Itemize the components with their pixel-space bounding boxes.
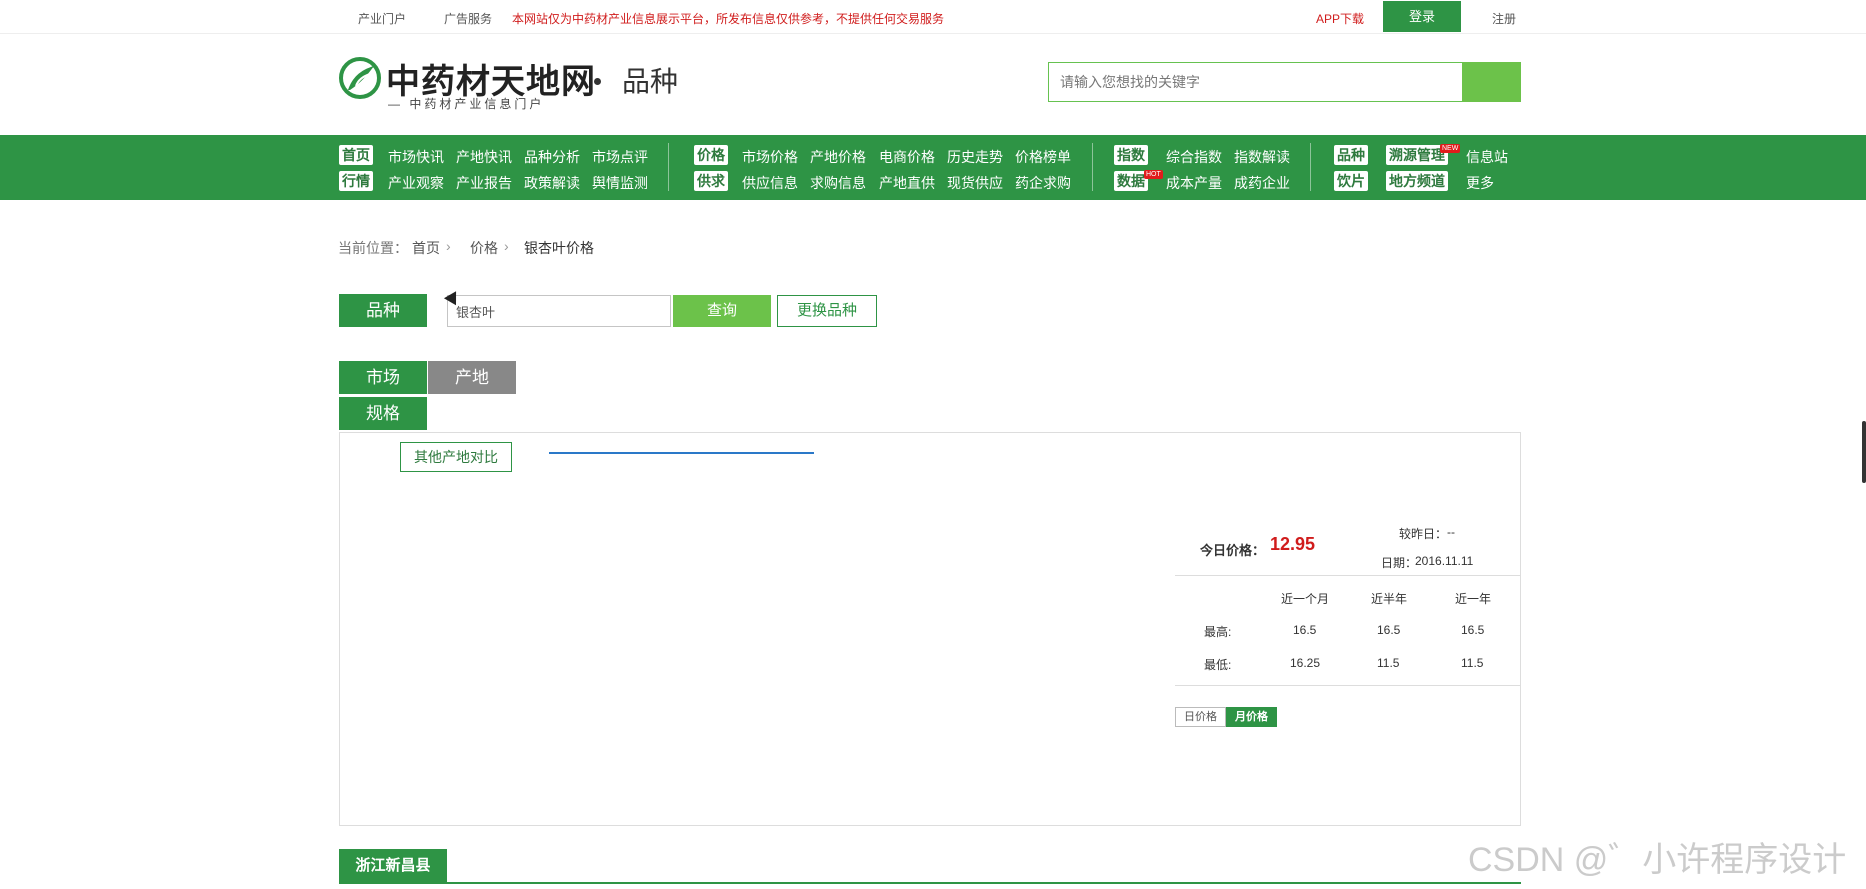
nav-tag-variety[interactable]: 品种 bbox=[1334, 145, 1368, 165]
vs-yesterday-value: -- bbox=[1447, 525, 1455, 539]
nav-divider bbox=[1310, 143, 1311, 191]
breadcrumb-current: 银杏叶价格 bbox=[524, 240, 594, 256]
nav-divider bbox=[1092, 143, 1093, 191]
nav-tag-price[interactable]: 价格 bbox=[694, 145, 728, 165]
new-badge: NEW bbox=[1440, 144, 1461, 153]
nav-traceability[interactable]: 溯源管理 bbox=[1386, 145, 1448, 165]
date-value: 2016.11.11 bbox=[1415, 554, 1474, 568]
nav-purchase-info[interactable]: 求购信息 bbox=[810, 173, 866, 193]
breadcrumb-price[interactable]: 价格 bbox=[470, 238, 498, 258]
nav-origin-direct[interactable]: 产地直供 bbox=[879, 173, 935, 193]
variety-input[interactable] bbox=[447, 295, 671, 327]
leaf-logo-icon bbox=[339, 57, 381, 99]
nav-more[interactable]: 更多 bbox=[1466, 173, 1494, 193]
region-underline bbox=[339, 882, 1521, 884]
col-header-year: 近一年 bbox=[1455, 592, 1492, 606]
today-price-value: 12.95 bbox=[1270, 534, 1316, 554]
stats-divider bbox=[1175, 575, 1521, 576]
max-half-year: 16.5 bbox=[1377, 623, 1401, 637]
brand-tagline: — 中药材产业信息门户 bbox=[388, 97, 545, 111]
compare-origins-button[interactable]: 其他产地对比 bbox=[400, 442, 512, 472]
min-month: 16.25 bbox=[1290, 656, 1321, 670]
csdn-watermark: CSDN @゛小许程序设计 bbox=[1468, 841, 1847, 879]
nav-ecommerce-price[interactable]: 电商价格 bbox=[879, 147, 935, 167]
register-link[interactable]: 注册 bbox=[1492, 10, 1516, 27]
max-month: 16.5 bbox=[1293, 623, 1317, 637]
tab-origin[interactable]: 产地 bbox=[428, 361, 516, 394]
stats-divider bbox=[1175, 685, 1521, 686]
search-button[interactable] bbox=[1462, 62, 1521, 102]
nav-origin-price[interactable]: 产地价格 bbox=[810, 147, 866, 167]
nav-market-comment[interactable]: 市场点评 bbox=[592, 147, 648, 167]
nav-opinion-monitor[interactable]: 舆情监测 bbox=[592, 173, 648, 193]
min-half-year: 11.5 bbox=[1377, 656, 1400, 670]
nav-market-price[interactable]: 市场价格 bbox=[742, 147, 798, 167]
breadcrumb-prefix: 当前位置： bbox=[338, 240, 408, 256]
row-label-min: 最低: bbox=[1204, 658, 1232, 672]
link-industry-portal[interactable]: 产业门户 bbox=[358, 10, 406, 27]
nav-price-rank[interactable]: 价格榜单 bbox=[1015, 147, 1071, 167]
nav-tag-index[interactable]: 指数 bbox=[1114, 145, 1148, 165]
nav-tag-data[interactable]: 数据 bbox=[1114, 171, 1148, 191]
min-year: 11.5 bbox=[1461, 656, 1484, 670]
col-header-month: 近一个月 bbox=[1281, 592, 1330, 606]
nav-industry-report[interactable]: 产业报告 bbox=[456, 173, 512, 193]
nav-tag-supply[interactable]: 供求 bbox=[694, 171, 728, 191]
title-separator-dot bbox=[594, 78, 601, 85]
row-label-max: 最高: bbox=[1204, 625, 1232, 639]
chevron-right-icon: › bbox=[446, 238, 451, 254]
today-price-label: 今日价格： bbox=[1200, 543, 1266, 558]
nav-history-trend[interactable]: 历史走势 bbox=[947, 147, 1003, 167]
region-tab[interactable]: 浙江新昌县 bbox=[339, 849, 447, 882]
search-input[interactable] bbox=[1048, 62, 1466, 102]
site-notice: 本网站仅为中药材产业信息展示平台，所发布信息仅供参考，不提供任何交易服务 bbox=[512, 12, 945, 26]
scrollbar-thumb[interactable] bbox=[1862, 421, 1866, 483]
app-download-link[interactable]: APP下载 bbox=[1316, 10, 1364, 27]
nav-pharma-purchase[interactable]: 药企求购 bbox=[1015, 173, 1071, 193]
nav-origin-news[interactable]: 产地快讯 bbox=[456, 147, 512, 167]
nav-tag-home[interactable]: 首页 bbox=[339, 145, 373, 165]
login-button[interactable]: 登录 bbox=[1383, 1, 1461, 32]
breadcrumb-home[interactable]: 首页 bbox=[412, 238, 440, 258]
nav-spot-supply[interactable]: 现货供应 bbox=[947, 173, 1003, 193]
variety-label: 品种 bbox=[339, 294, 427, 327]
main-nav: 首页 市场快讯 产地快讯 品种分析 市场点评 行情 产业观察 产业报告 政策解读… bbox=[0, 135, 1866, 200]
nav-policy[interactable]: 政策解读 bbox=[524, 173, 580, 193]
top-utility-bar: 产业门户 广告服务 本网站仅为中药材产业信息展示平台，所发布信息仅供参考，不提供… bbox=[0, 0, 1866, 34]
nav-pharma-companies[interactable]: 成药企业 bbox=[1234, 173, 1290, 193]
nav-index-interpretation[interactable]: 指数解读 bbox=[1234, 147, 1290, 167]
chevron-right-icon: › bbox=[504, 238, 509, 254]
nav-local-channel[interactable]: 地方频道 bbox=[1386, 171, 1448, 191]
monthly-price-toggle[interactable]: 月价格 bbox=[1226, 707, 1277, 727]
tab-market[interactable]: 市场 bbox=[339, 361, 427, 394]
nav-market-news[interactable]: 市场快讯 bbox=[388, 147, 444, 167]
price-panel bbox=[339, 432, 1521, 826]
col-header-half-year: 近半年 bbox=[1371, 592, 1408, 606]
nav-info-station[interactable]: 信息站 bbox=[1466, 147, 1508, 167]
date-label: 日期： bbox=[1381, 556, 1418, 570]
section-title: 品种 bbox=[622, 66, 679, 97]
price-chart-line bbox=[549, 452, 814, 454]
link-ad-service[interactable]: 广告服务 bbox=[444, 10, 492, 27]
nav-supply-info[interactable]: 供应信息 bbox=[742, 173, 798, 193]
vs-yesterday-label: 较昨日： bbox=[1399, 527, 1448, 541]
change-variety-button[interactable]: 更换品种 bbox=[777, 295, 877, 327]
nav-tag-slices[interactable]: 饮片 bbox=[1334, 171, 1368, 191]
tab-spec[interactable]: 规格 bbox=[339, 397, 427, 430]
daily-price-toggle[interactable]: 日价格 bbox=[1175, 707, 1226, 727]
hot-badge: HOT bbox=[1144, 170, 1163, 179]
nav-tag-market[interactable]: 行情 bbox=[339, 171, 373, 191]
nav-divider bbox=[668, 143, 669, 191]
query-button[interactable]: 查询 bbox=[673, 295, 771, 327]
nav-cost-output[interactable]: 成本产量 bbox=[1166, 173, 1222, 193]
nav-variety-analysis[interactable]: 品种分析 bbox=[524, 147, 580, 167]
max-year: 16.5 bbox=[1461, 623, 1485, 637]
nav-composite-index[interactable]: 综合指数 bbox=[1166, 147, 1222, 167]
nav-industry-watch[interactable]: 产业观察 bbox=[388, 173, 444, 193]
